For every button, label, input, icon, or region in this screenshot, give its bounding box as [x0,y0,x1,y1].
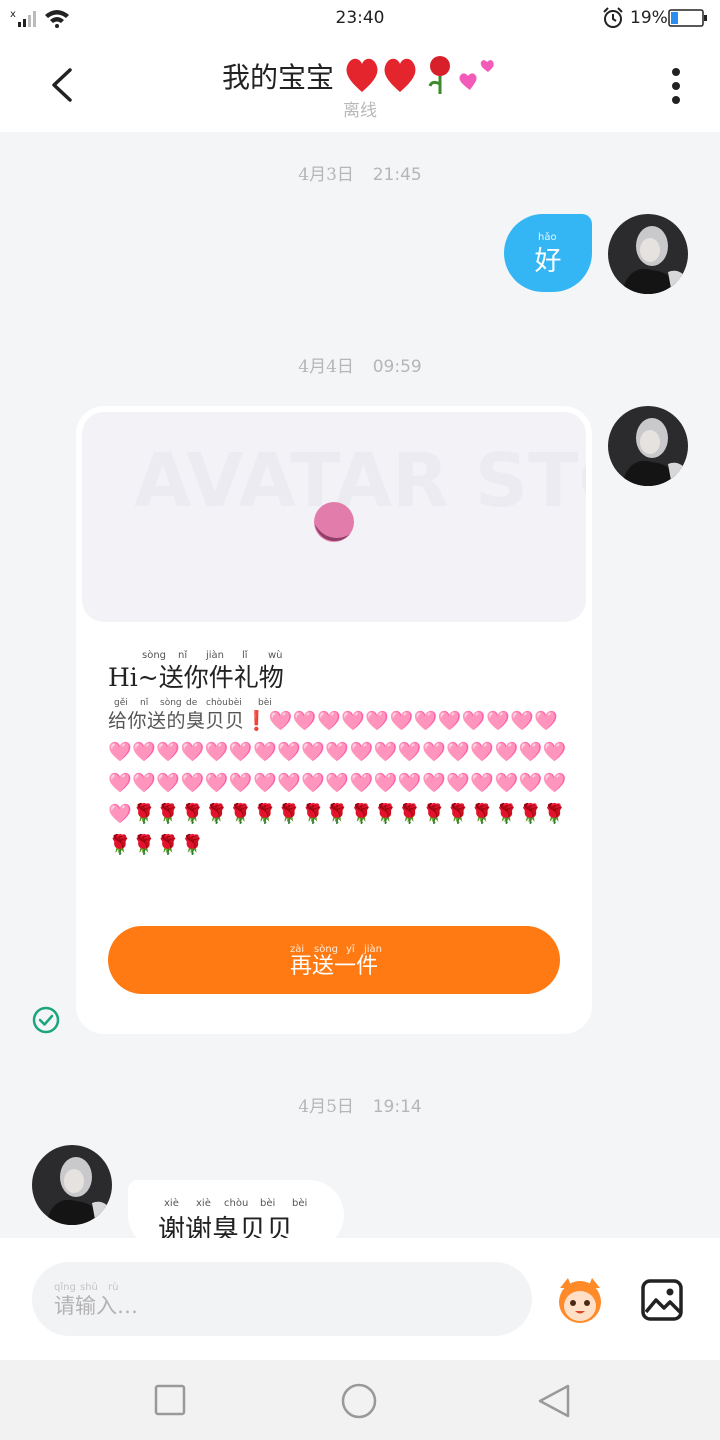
placeholder-pinyin: rù [108,1282,119,1293]
chat-title: 我的宝宝 [222,61,335,94]
system-nav-bar [0,1360,720,1440]
gift-image-watermark: AVATAR STORE [134,438,586,524]
timestamp: 4月3日 21:45 [0,160,720,185]
placeholder-pinyin: qǐng [54,1282,76,1293]
more-vertical-icon[interactable] [660,64,692,108]
button-pinyin: sòng [314,944,339,955]
timestamp-date: 4月4日 [298,357,354,377]
button-pinyin: yī [346,944,355,955]
timestamp-date: 4月5日 [298,1097,354,1117]
battery-icon [668,9,707,27]
my-avatar[interactable] [608,406,688,486]
placeholder-pinyin: shū [80,1282,98,1293]
alarm-icon [603,7,623,28]
avatar-store-image: AVATAR STORE [134,438,586,542]
message-pinyin: xiè [164,1198,179,1209]
my-avatar[interactable] [608,214,688,294]
image-icon[interactable] [640,1278,684,1322]
timestamp-time: 21:45 [372,165,422,185]
status-bar: x 23:40 19% [0,0,720,36]
message-pinyin: xiè [196,1198,211,1209]
gift-image[interactable]: AVATAR STORE [82,412,586,622]
nav-back-icon[interactable] [536,1382,572,1420]
heart-rose-emoji-icon [346,56,494,94]
recents-icon[interactable] [154,1384,186,1416]
timestamp-time: 19:14 [372,1097,422,1117]
timestamp: 4月5日 19:14 [0,1092,720,1117]
timestamp: 4月4日 09:59 [0,352,720,377]
message-input[interactable]: qǐng shū rù 请输入… [32,1262,532,1336]
send-again-button[interactable]: zài sòng yī jiàn 再送一件 [108,926,560,994]
gift-title: Hi~送你件礼物 [108,663,284,692]
message-pinyin: hǎo [538,232,557,243]
message-pinyin: chòu [224,1198,249,1209]
message-text: 好 [534,245,562,277]
contact-avatar[interactable] [32,1145,112,1225]
message-input-placeholder: 请输入… [54,1294,138,1318]
chat-header: 我的宝宝 离线 [0,36,720,132]
timestamp-time: 09:59 [372,357,422,377]
home-icon[interactable] [340,1382,378,1420]
input-bar: qǐng shū rù 请输入… [0,1238,720,1360]
button-pinyin: zài [290,944,305,955]
battery-percent: 19% [630,8,668,28]
gift-message-text: 给你送的臭贝贝❗🩷🩷🩷🩷🩷🩷🩷🩷🩷🩷🩷🩷🩷🩷🩷🩷🩷🩷🩷🩷🩷🩷🩷🩷🩷🩷🩷🩷🩷🩷🩷🩷… [108,710,567,856]
timestamp-date: 4月3日 [298,165,354,185]
message-pinyin: bèi [292,1198,308,1209]
sticker-icon[interactable] [554,1274,606,1326]
sent-check-icon [32,1006,60,1034]
gift-message-card[interactable]: AVATAR STORE sòng nǐ jiàn lǐ wù Hi~送你件礼物… [76,406,592,1034]
my-message-bubble[interactable]: hǎo 好 [504,214,592,292]
button-pinyin: jiàn [364,944,383,955]
online-status: 离线 [343,101,377,121]
message-pinyin: bèi [260,1198,276,1209]
